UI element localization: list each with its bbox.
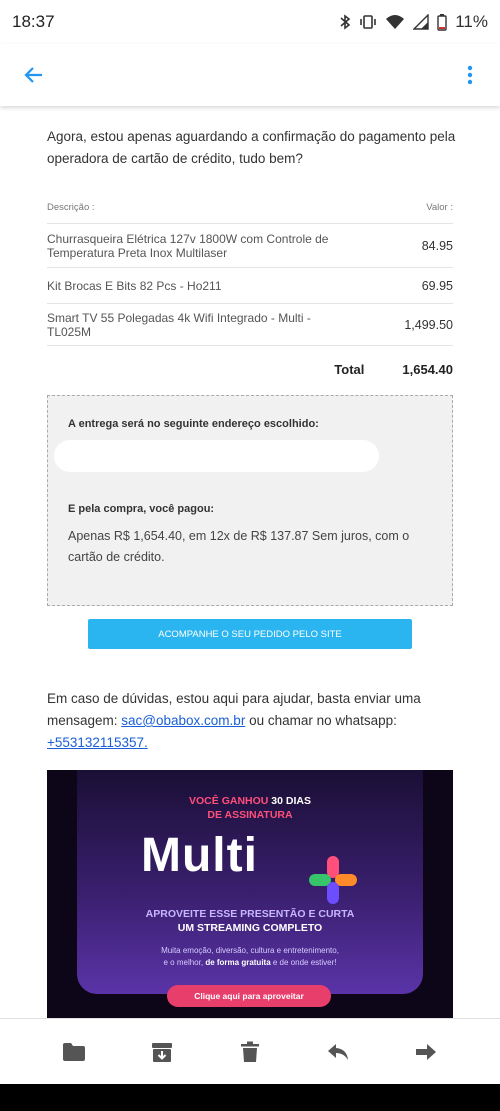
multi-plus-logo-icon [309, 856, 357, 904]
banner-small-text-2b: de forma gratuita [205, 958, 271, 967]
item-description: Kit Brocas E Bits 82 Pcs - Ho211 [47, 278, 222, 293]
folder-icon [63, 1042, 85, 1061]
app-bar [0, 44, 500, 106]
banner-small-text-2: e o melhor, de forma gratuita e de onde … [77, 958, 423, 967]
status-time: 18:37 [12, 12, 55, 31]
redacted-address [54, 440, 379, 472]
help-text-middle: ou chamar no whatsapp: [245, 713, 397, 728]
intro-text: Agora, estou apenas aguardando a confirm… [47, 129, 456, 166]
banner-headline-b: 30 DIAS [271, 795, 311, 807]
bottom-action-bar [0, 1018, 500, 1084]
status-bar: 18:37 11% [0, 0, 500, 44]
banner-small-text-2a: e o melhor, [163, 958, 206, 967]
item-value: 84.95 [421, 238, 453, 253]
table-row: Kit Brocas E Bits 82 Pcs - Ho211 69.95 [47, 268, 453, 304]
forward-icon [416, 1043, 436, 1060]
back-button[interactable] [18, 59, 50, 91]
more-options-button[interactable] [458, 59, 482, 91]
status-icons: 11% [339, 12, 488, 32]
more-vert-icon [467, 65, 473, 85]
multi-logo: Multi [141, 829, 258, 882]
banner-headline-a: VOCÊ GANHOU [189, 795, 272, 807]
item-value: 1,499.50 [404, 317, 453, 332]
delivery-box: A entrega será no seguinte endereço esco… [47, 395, 453, 606]
banner-subtitle-2: UM STREAMING COMPLETO [177, 922, 323, 934]
banner-small-text-1: Muita emoção, diversão, cultura e entret… [161, 946, 339, 955]
header-description: Descrição : [47, 202, 95, 213]
paid-title: E pela compra, você pagou: [68, 503, 215, 515]
support-email-link[interactable]: sac@obabox.com.br [121, 713, 245, 728]
banner-cta-button[interactable]: Clique aqui para aproveitar [167, 985, 331, 1007]
bluetooth-icon [339, 14, 351, 30]
battery-icon [437, 13, 447, 31]
multi-promo-banner[interactable]: VOCÊ GANHOU 30 DIAS DE ASSINATURA Multi … [47, 770, 453, 1018]
vibrate-icon [359, 14, 377, 30]
archive-icon [152, 1042, 172, 1062]
forward-button[interactable] [406, 1032, 446, 1072]
banner-card: VOCÊ GANHOU 30 DIAS DE ASSINATURA Multi … [77, 770, 423, 1007]
signal-icon [413, 14, 429, 30]
delivery-title: A entrega será no seguinte endereço esco… [68, 418, 319, 430]
delete-icon [241, 1041, 259, 1062]
banner-headline: VOCÊ GANHOU 30 DIAS [77, 795, 423, 807]
item-description: Smart TV 55 Polegadas 4k Wifi Integrado … [47, 310, 311, 339]
delete-button[interactable] [230, 1032, 270, 1072]
table-row: Churrasqueira Elétrica 127v 1800W com Co… [47, 224, 453, 268]
system-nav-strip [0, 1084, 500, 1111]
wifi-icon [385, 14, 405, 30]
table-row: Smart TV 55 Polegadas 4k Wifi Integrado … [47, 304, 453, 346]
move-to-folder-button[interactable] [54, 1032, 94, 1072]
total-value: 1,654.40 [402, 361, 453, 377]
item-description: Churrasqueira Elétrica 127v 1800W com Co… [47, 231, 329, 260]
total-row: Total 1,654.40 [47, 346, 453, 392]
whatsapp-phone-link[interactable]: +553132115357. [47, 735, 148, 750]
item-value: 69.95 [421, 278, 453, 293]
banner-subtitle-1: APROVEITE ESSE PRESENTÃO E CURTA [145, 908, 355, 920]
reply-icon [328, 1043, 348, 1060]
track-order-button[interactable]: ACOMPANHE O SEU PEDIDO PELO SITE [88, 619, 412, 649]
header-value: Valor : [426, 202, 453, 213]
help-text: Em caso de dúvidas, estou aqui para ajud… [47, 688, 457, 754]
table-header: Descrição : Valor : [47, 202, 453, 224]
battery-percent: 11% [455, 12, 488, 31]
email-body: Agora, estou apenas aguardando a confirm… [0, 106, 500, 1018]
banner-small-text-2c: e de onde estiver! [270, 958, 337, 967]
paid-text: Apenas R$ 1,654.40, em 12x de R$ 137.87 … [68, 529, 410, 564]
reply-button[interactable] [318, 1032, 358, 1072]
total-label: Total [334, 361, 365, 377]
arrow-back-icon [24, 67, 42, 83]
banner-headline-2: DE ASSINATURA [207, 809, 293, 821]
order-table: Descrição : Valor : Churrasqueira Elétri… [47, 202, 453, 392]
archive-button[interactable] [142, 1032, 182, 1072]
